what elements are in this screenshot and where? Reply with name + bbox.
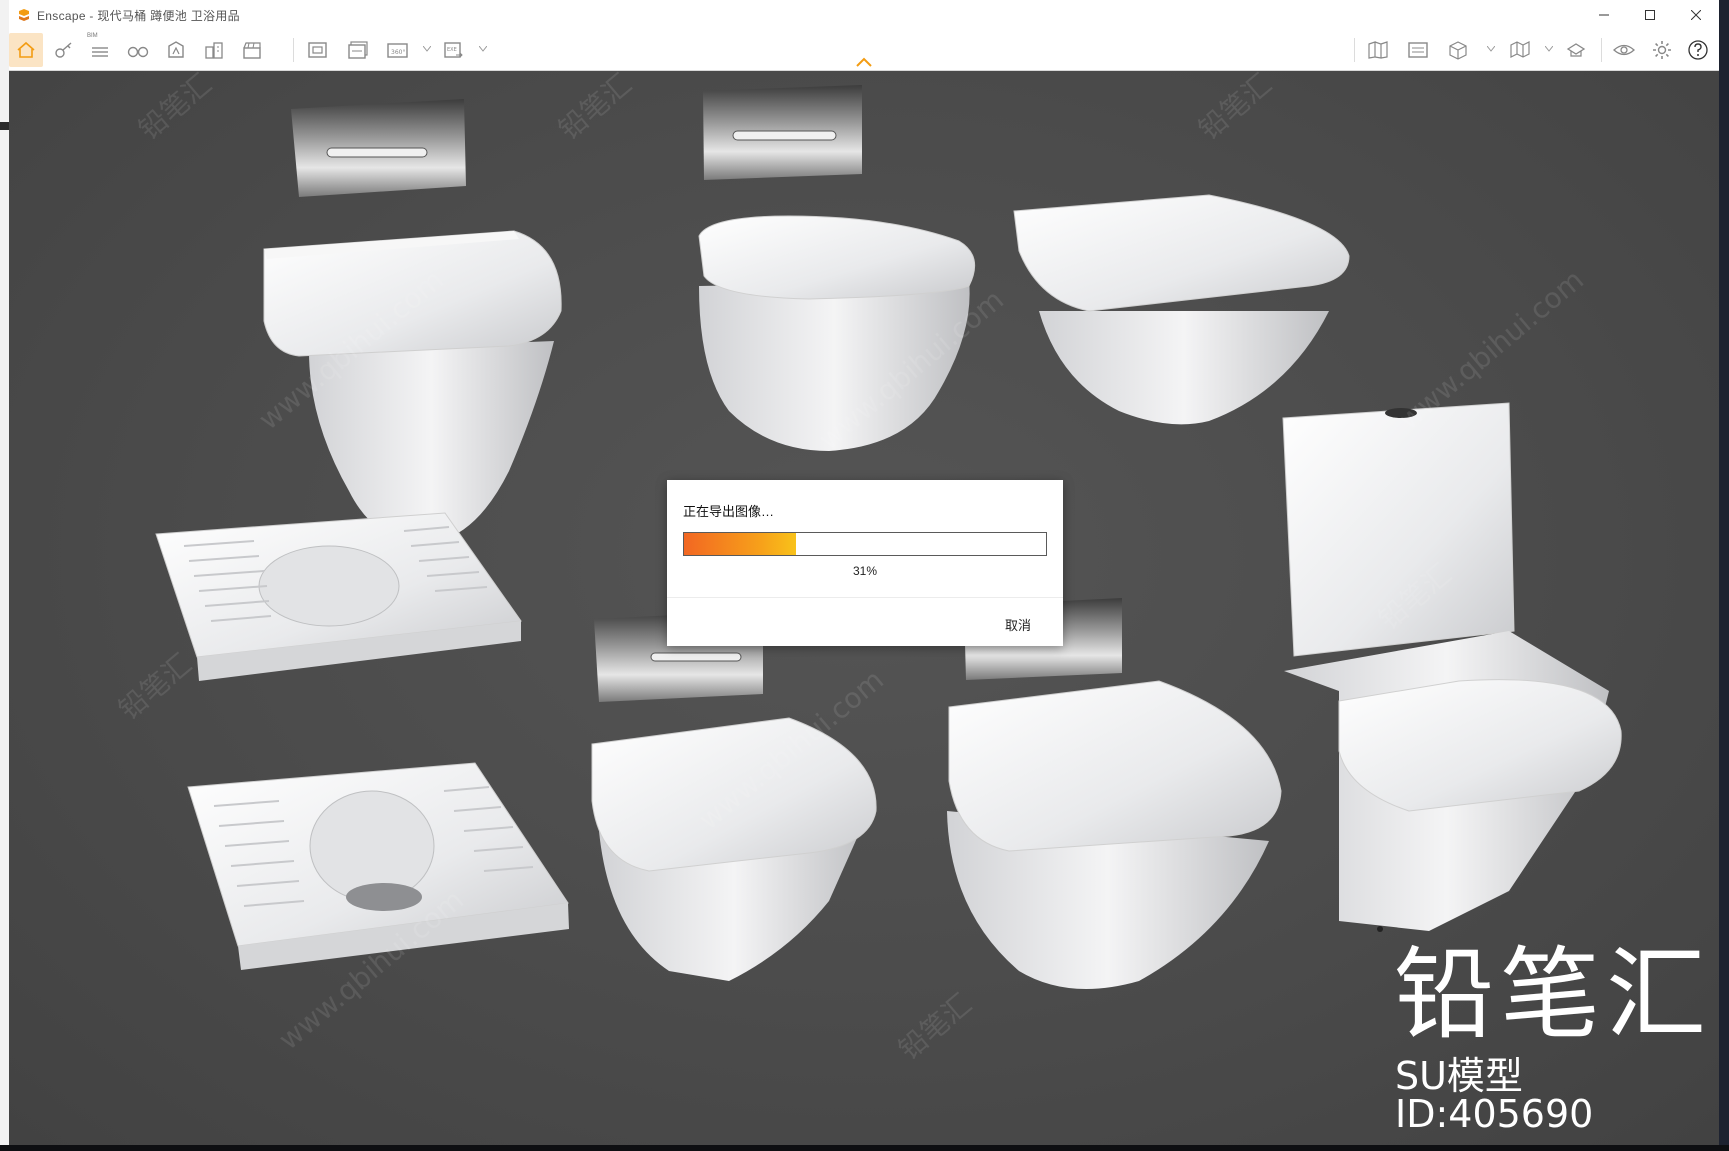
map-dropdown[interactable] <box>1543 43 1555 55</box>
asset-library-icon <box>1368 41 1388 59</box>
export-exe-button[interactable]: EXE <box>437 33 471 67</box>
chevron-down-icon <box>1487 46 1495 52</box>
flush-plate <box>703 85 862 180</box>
wall-hung-toilet <box>947 680 1282 989</box>
svg-text:EXE: EXE <box>447 47 457 53</box>
watermark-text: 铅笔汇 <box>892 987 978 1066</box>
wall-hung-toilet <box>1013 194 1350 425</box>
title-bar: Enscape - 现代马桶 蹲便池 卫浴用品 <box>9 0 1719 30</box>
desktop-bottom-edge <box>0 1145 1729 1151</box>
map-button[interactable] <box>1503 33 1537 67</box>
watermark-text: 铅笔汇 <box>112 647 198 726</box>
home-icon <box>17 41 35 58</box>
maximize-icon <box>1645 10 1655 20</box>
video-editor-button[interactable] <box>235 33 269 67</box>
binoculars-button[interactable] <box>121 33 155 67</box>
eye-icon <box>1613 44 1635 56</box>
map-icon <box>1510 41 1530 58</box>
visual-settings-button[interactable] <box>1559 33 1593 67</box>
enscape-window: Enscape - 现代马桶 蹲便池 卫浴用品 BIM 360° EXE 铅笔汇… <box>9 0 1719 1145</box>
buildings-button[interactable] <box>197 33 231 67</box>
progress-bar <box>683 532 1047 556</box>
panorama-dropdown[interactable] <box>421 43 433 55</box>
minimize-icon <box>1599 14 1609 16</box>
help-icon <box>1688 40 1708 60</box>
watermark-text: 铅笔汇 <box>1192 71 1278 146</box>
cube-view-button[interactable] <box>1441 33 1475 67</box>
binoculars-icon <box>127 46 149 58</box>
progress-fill <box>684 533 797 555</box>
buildings-icon <box>205 42 223 59</box>
screenshot-icon <box>308 42 327 58</box>
screenshot-button[interactable] <box>301 33 335 67</box>
maximize-button[interactable] <box>1627 0 1673 30</box>
materials-icon <box>1408 42 1428 58</box>
close-icon <box>1691 10 1701 20</box>
squat-pan <box>155 512 522 681</box>
chevron-down-icon <box>1545 46 1553 52</box>
main-toolbar: BIM 360° EXE <box>9 30 1719 71</box>
model-id-label: SU模型ID:405690 <box>1395 1054 1594 1136</box>
export-dropdown[interactable] <box>477 43 489 55</box>
flush-plate <box>291 99 466 197</box>
export-progress-dialog: 正在导出图像… 31% 取消 <box>667 480 1063 646</box>
cube-view-icon <box>1449 41 1467 60</box>
svg-text:360°: 360° <box>391 49 405 56</box>
eye-button[interactable] <box>1607 33 1641 67</box>
asset-library-button[interactable] <box>1361 33 1395 67</box>
brand-watermark: 铅笔汇 <box>1394 936 1712 1053</box>
batch-render-icon <box>348 41 368 59</box>
dialog-title: 正在导出图像… <box>683 504 775 519</box>
bim-list-icon <box>92 47 108 57</box>
vr-button[interactable] <box>159 33 193 67</box>
bim-button[interactable]: BIM <box>83 33 117 67</box>
minimize-button[interactable] <box>1581 0 1627 30</box>
cube-view-dropdown[interactable] <box>1485 43 1497 55</box>
desktop-right-edge <box>1719 0 1729 1151</box>
wall-hung-toilet <box>591 717 877 981</box>
batch-render-button[interactable] <box>341 33 375 67</box>
panorama-360-icon: 360° <box>387 43 408 58</box>
desktop-left-edge <box>0 0 9 1151</box>
close-coupled-toilet <box>1282 402 1622 932</box>
squat-pan <box>187 762 569 970</box>
key-button[interactable] <box>47 33 81 67</box>
settings-hat-icon <box>1566 43 1586 57</box>
watermark-text: 铅笔汇 <box>552 71 638 146</box>
cancel-button[interactable]: 取消 <box>1005 615 1031 634</box>
bim-label: BIM <box>87 33 98 39</box>
help-button[interactable] <box>1681 33 1715 67</box>
settings-button[interactable] <box>1645 33 1679 67</box>
chevron-down-icon <box>479 46 487 52</box>
window-title: Enscape - 现代马桶 蹲便池 卫浴用品 <box>37 8 240 23</box>
materials-button[interactable] <box>1401 33 1435 67</box>
home-button[interactable] <box>9 33 43 67</box>
key-icon <box>55 42 72 58</box>
collapse-toolbar-icon[interactable] <box>854 56 874 68</box>
vr-icon <box>168 41 184 58</box>
export-exe-icon: EXE <box>444 42 463 58</box>
clapper-icon <box>243 42 261 59</box>
enscape-logo-icon <box>19 9 29 21</box>
window-controls <box>1581 0 1719 30</box>
watermark-text: 铅笔汇 <box>132 71 218 146</box>
progress-percent: 31% <box>852 564 878 578</box>
panorama-button[interactable]: 360° <box>381 33 415 67</box>
gear-icon <box>1653 41 1671 59</box>
close-button[interactable] <box>1673 0 1719 30</box>
chevron-down-icon <box>423 46 431 52</box>
